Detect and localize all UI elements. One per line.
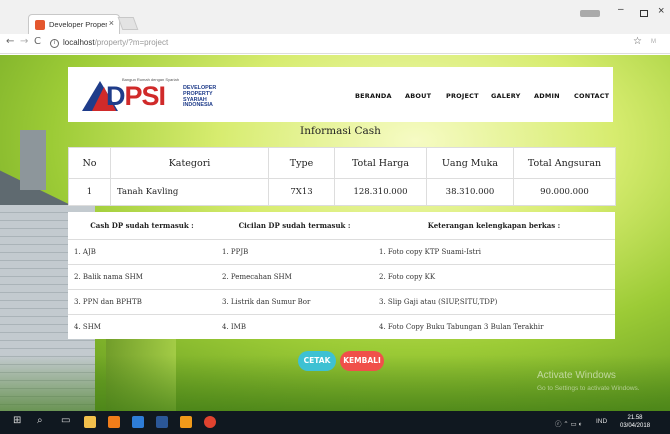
- cicilan-dp-item: 3. Listrik dan Sumur Bor: [216, 288, 373, 314]
- logo-subtitle: DEVELOPER PROPERTY SYARIAH INDONESIA: [183, 85, 217, 109]
- cicilan-dp-item: 2. Pemecahan SHM: [216, 263, 373, 289]
- cash-dp-item: 2. Balik nama SHM: [68, 263, 216, 289]
- tab-title: Developer Property Syar: [49, 20, 107, 29]
- print-button[interactable]: CETAK: [298, 351, 336, 371]
- back-button[interactable]: KEMBALI: [340, 351, 384, 371]
- chrome-icon[interactable]: [204, 416, 216, 428]
- search-icon[interactable]: ⌕: [37, 415, 43, 426]
- column-header: Kategori: [110, 147, 269, 179]
- tray-icons[interactable]: ⓡ ⌃ ▭ ◐: [555, 418, 582, 428]
- nav-beranda[interactable]: BERANDA: [355, 92, 392, 100]
- table-header-row: Cash DP sudah termasuk : Cicilan DP suda…: [68, 212, 615, 240]
- app-icon[interactable]: [132, 416, 144, 428]
- column-header: Uang Muka: [426, 147, 514, 179]
- table-row: 1. AJB 1. PPJB 1. Foto copy KTP Suami-Is…: [68, 238, 615, 264]
- nav-admin[interactable]: ADMIN: [534, 92, 560, 100]
- column-header: Type: [268, 147, 335, 179]
- logo-word-blue: D: [106, 81, 125, 111]
- cell-kategori: Tanah Kavling: [110, 178, 269, 206]
- requirements-table: Cash DP sudah termasuk : Cicilan DP suda…: [68, 212, 615, 339]
- column-header: Cicilan DP sudah termasuk :: [216, 212, 373, 240]
- column-header: Total Harga: [334, 147, 427, 179]
- url-path: /property/?m=project: [94, 38, 169, 47]
- window-minimize-button[interactable]: –: [618, 4, 624, 15]
- url-host: localhost: [63, 38, 95, 47]
- reload-icon[interactable]: C: [34, 36, 41, 47]
- table-row: 1 Tanah Kavling 7X13 128.310.000 38.310.…: [68, 178, 616, 206]
- cash-dp-item: 4. SHM: [68, 313, 216, 339]
- column-header: No: [68, 147, 111, 179]
- page-title: Informasi Cash: [300, 125, 381, 137]
- document-item: 1. Foto copy KTP Suami-Istri: [373, 238, 615, 264]
- sublime-icon[interactable]: [108, 416, 120, 428]
- house-chimney-decoration: [20, 130, 46, 190]
- column-header: Total Angsuran: [513, 147, 616, 179]
- word-icon[interactable]: [156, 416, 168, 428]
- table-row: 4. SHM 4. IMB 4. Foto Copy Buku Tabungan…: [68, 313, 615, 339]
- cash-summary-table: No Kategori Type Total Harga Uang Muka T…: [68, 147, 616, 206]
- nav-about[interactable]: ABOUT: [405, 92, 431, 100]
- back-arrow-icon[interactable]: ←: [6, 36, 14, 47]
- document-item: 4. Foto Copy Buku Tabungan 3 Bulan Terak…: [373, 313, 615, 339]
- windows-taskbar: ⊞ ⌕ ▭ ⓡ ⌃ ▭ ◐ IND 21.58 03/04/2018: [0, 411, 670, 434]
- browser-tab[interactable]: Developer Property Syar ×: [28, 14, 120, 34]
- cell-total-harga: 128.310.000: [334, 178, 427, 206]
- column-header: Keterangan kelengkapan berkas :: [373, 212, 615, 240]
- tab-close-icon[interactable]: ×: [109, 18, 114, 28]
- cash-dp-item: 3. PPN dan BPHTB: [68, 288, 216, 314]
- nav-project[interactable]: PROJECT: [446, 92, 479, 100]
- logo-word-red: PSI: [124, 81, 167, 111]
- new-tab-button[interactable]: [117, 17, 139, 30]
- input-language[interactable]: IND: [596, 418, 607, 425]
- file-explorer-icon[interactable]: [84, 416, 96, 428]
- window-close-button[interactable]: ×: [658, 5, 664, 17]
- activation-watermark-title: Activate Windows: [537, 370, 616, 381]
- cicilan-dp-item: 1. PPJB: [216, 238, 373, 264]
- document-item: 2. Foto copy KK: [373, 263, 615, 289]
- forward-arrow-icon[interactable]: →: [20, 36, 28, 47]
- activation-watermark-subtitle: Go to Settings to activate Windows.: [537, 385, 640, 392]
- taskbar-clock[interactable]: 21.58 03/04/2018: [620, 414, 650, 430]
- site-header: Bangun Rumah dengan Syariah DPSI DEVELOP…: [68, 67, 613, 122]
- bookmark-star-icon[interactable]: ☆: [633, 36, 642, 47]
- site-logo[interactable]: Bangun Rumah dengan Syariah DPSI DEVELOP…: [82, 71, 216, 117]
- cell-type: 7X13: [268, 178, 335, 206]
- table-row: 3. PPN dan BPHTB 3. Listrik dan Sumur Bo…: [68, 288, 615, 314]
- task-view-icon[interactable]: ▭: [61, 415, 70, 426]
- cell-uang-muka: 38.310.000: [426, 178, 514, 206]
- cell-total-angsuran: 90.000.000: [513, 178, 616, 206]
- table-header-row: No Kategori Type Total Harga Uang Muka T…: [68, 147, 616, 179]
- clock-date: 03/04/2018: [620, 423, 651, 429]
- windows-start-icon[interactable]: ⊞: [13, 415, 21, 426]
- cicilan-dp-item: 4. IMB: [216, 313, 373, 339]
- window-maximize-button[interactable]: [640, 10, 648, 17]
- url-field[interactable]: localhost/property/?m=project: [63, 38, 168, 47]
- column-header: Cash DP sudah termasuk :: [68, 212, 216, 240]
- address-bar: ← → C i localhost/property/?m=project ☆ …: [0, 34, 670, 54]
- page-viewport: Bangun Rumah dengan Syariah DPSI DEVELOP…: [0, 55, 670, 411]
- cash-dp-item: 1. AJB: [68, 238, 216, 264]
- app-icon[interactable]: [180, 416, 192, 428]
- browser-tab-bar: Developer Property Syar × – ×: [0, 0, 670, 34]
- document-item: 3. Slip Gaji atau (SIUP,SITU,TDP): [373, 288, 615, 314]
- user-profile-icon[interactable]: [580, 10, 600, 17]
- info-icon[interactable]: i: [50, 39, 59, 48]
- favicon-icon: [35, 20, 45, 30]
- clock-time: 21.58: [627, 415, 643, 421]
- cell-no: 1: [68, 178, 111, 206]
- nav-contact[interactable]: CONTACT: [574, 92, 609, 100]
- nav-galery[interactable]: GALERY: [491, 92, 521, 100]
- extension-icon[interactable]: M: [651, 39, 656, 45]
- logo-wordmark: DPSI: [106, 81, 167, 112]
- table-row: 2. Balik nama SHM 2. Pemecahan SHM 2. Fo…: [68, 263, 615, 289]
